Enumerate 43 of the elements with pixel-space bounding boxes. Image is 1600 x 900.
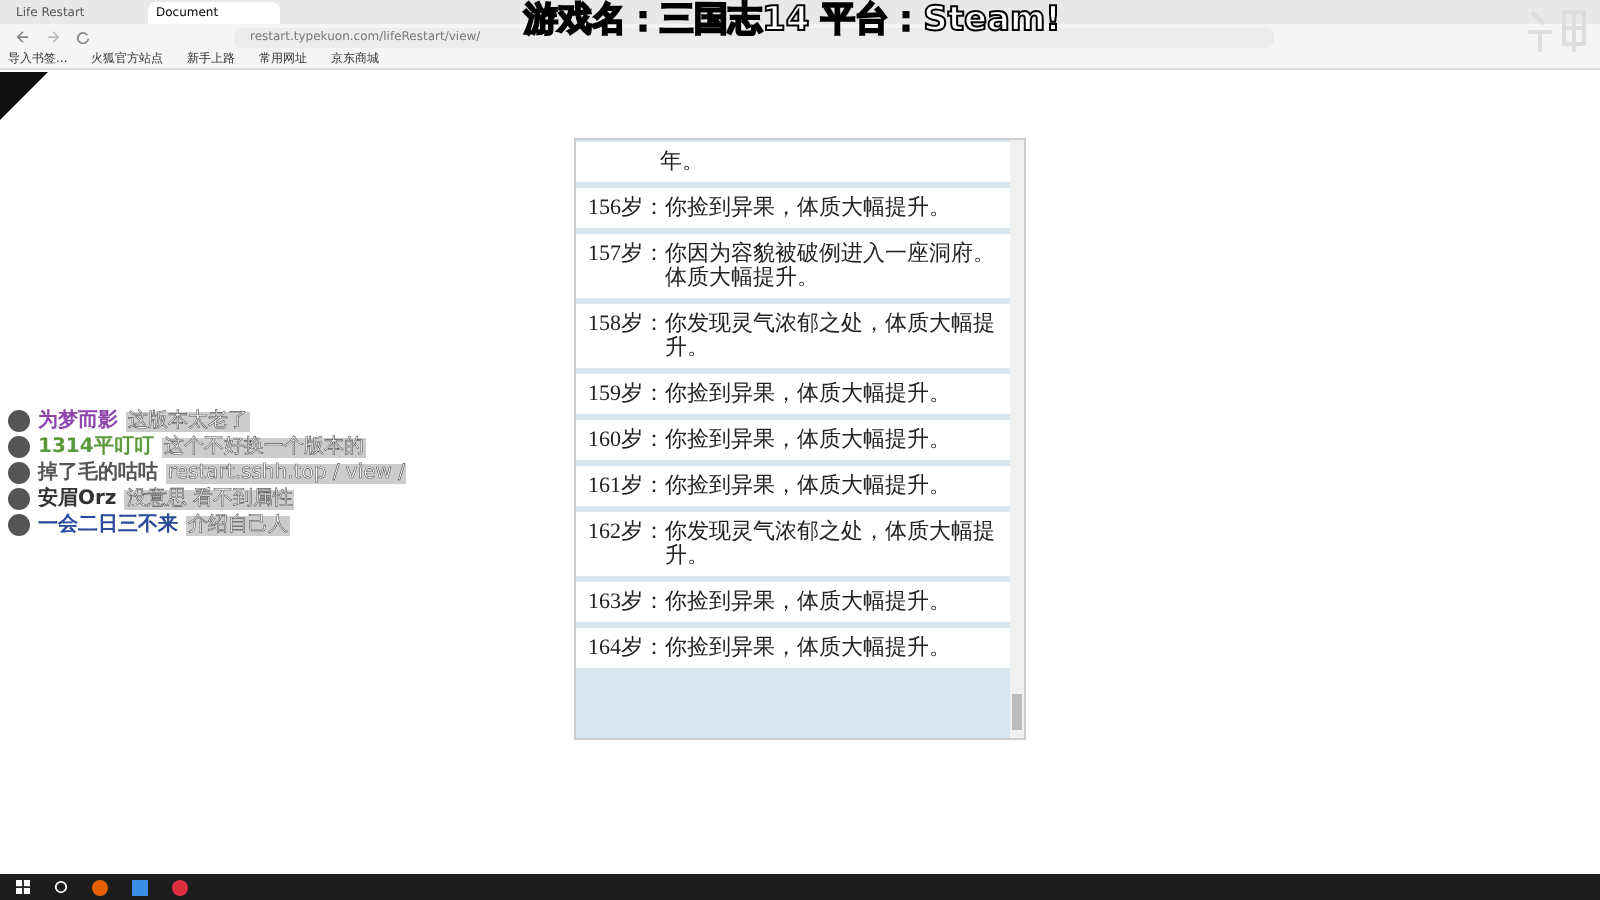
chat-message: 介绍自己人 xyxy=(186,515,290,535)
event-text: 年。 xyxy=(660,150,704,174)
age-label: 163岁： xyxy=(588,590,665,614)
event-text: 你捡到异果，体质大幅提升。 xyxy=(665,636,951,660)
event-text: 你发现灵气浓郁之处，体质大幅提升。 xyxy=(665,312,997,360)
chat-username: 一会二日三不来 xyxy=(38,515,178,535)
age-label: 162岁： xyxy=(588,520,665,548)
event-text: 你捡到异果，体质大幅提升。 xyxy=(665,382,951,406)
age-label: 157岁： xyxy=(588,242,665,270)
chat-message: 没意思 看不到属性 xyxy=(124,489,295,509)
app-icon[interactable] xyxy=(172,879,188,895)
age-label: 159岁： xyxy=(588,382,665,406)
age-label: 161岁： xyxy=(588,474,665,498)
chat-message: restart.sshh.top / view / xyxy=(166,463,407,483)
chat-username: 掉了毛的咕咕 xyxy=(38,463,158,483)
age-label: 158岁： xyxy=(588,312,665,340)
chat-username: 1314平叮叮 xyxy=(38,437,154,457)
event-text: 你捡到异果，体质大幅提升。 xyxy=(665,428,951,452)
event-text: 你捡到异果，体质大幅提升。 xyxy=(665,590,951,614)
reload-icon[interactable] xyxy=(76,30,90,44)
app-icon[interactable] xyxy=(132,879,148,895)
event-text: 你捡到异果，体质大幅提升。 xyxy=(665,196,951,220)
windows-start-icon[interactable] xyxy=(16,880,30,894)
chat-message: 这版本太老了 xyxy=(126,411,250,431)
back-icon[interactable] xyxy=(16,30,30,44)
avatar xyxy=(8,436,30,458)
age-label: 156岁： xyxy=(588,196,665,220)
chat-username: 安眉Orz xyxy=(38,489,117,509)
chat-username: 为梦而影 xyxy=(38,411,118,431)
corner-triangle xyxy=(0,72,48,120)
browser-app-icon[interactable] xyxy=(92,879,108,895)
avatar xyxy=(8,514,30,536)
avatar xyxy=(8,462,30,484)
age-label: 160岁： xyxy=(588,428,665,452)
chat-message: 这个不好换一个版本的 xyxy=(161,437,366,457)
event-text: 你因为容貌被破例进入一座洞府。体质大幅提升。 xyxy=(665,242,997,290)
age-label: 164岁： xyxy=(588,636,665,660)
avatar xyxy=(8,488,30,510)
event-text: 你发现灵气浓郁之处，体质大幅提升。 xyxy=(665,520,997,568)
search-icon[interactable] xyxy=(54,880,68,894)
avatar xyxy=(8,410,30,432)
event-text: 你捡到异果，体质大幅提升。 xyxy=(665,474,951,498)
scrollbar[interactable] xyxy=(1010,140,1024,738)
